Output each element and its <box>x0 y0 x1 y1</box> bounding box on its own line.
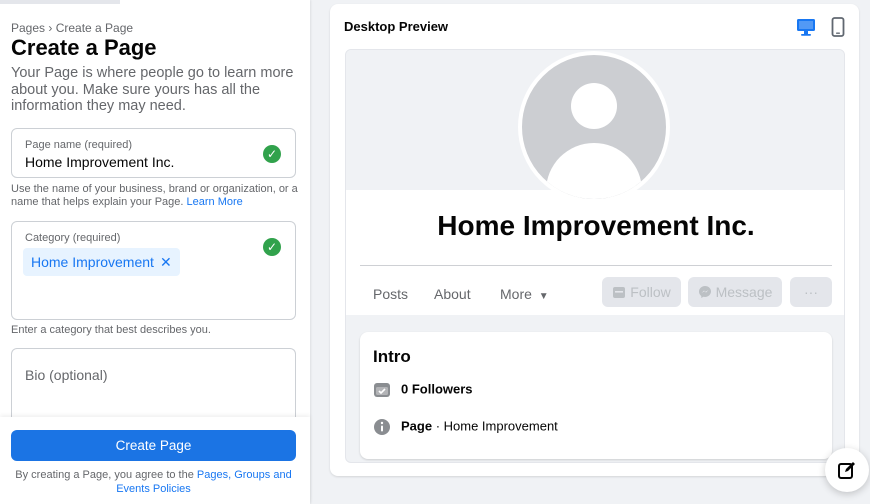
page-category: · Home Improvement <box>432 418 558 434</box>
category-chip-label: Home Improvement <box>31 254 154 270</box>
close-icon[interactable]: ✕ <box>160 254 172 270</box>
category-field[interactable]: Category (required) Home Improvement ✕ ✓ <box>11 221 296 320</box>
caret-down-icon: ▼ <box>538 291 549 302</box>
follow-button: Follow <box>602 277 681 307</box>
page-preview: Home Improvement Inc. Posts About More ▼… <box>345 49 845 463</box>
category-help: Enter a category that best describes you… <box>11 324 211 336</box>
tab-about: About <box>434 286 471 302</box>
terms-text: By creating a Page, you agree to the Pag… <box>11 468 296 496</box>
preview-title: Desktop Preview <box>344 19 449 34</box>
create-page-panel: Pages › Create a Page Create a Page Your… <box>0 0 310 504</box>
avatar-head-shape <box>571 83 617 129</box>
page-name-help: Use the name of your business, brand or … <box>11 183 301 209</box>
check-icon: ✓ <box>263 145 281 163</box>
page-name-help-text: Use the name of your business, brand or … <box>11 183 298 208</box>
edit-button[interactable] <box>825 448 869 492</box>
terms-prefix: By creating a Page, you agree to the <box>15 469 194 481</box>
message-button: Message <box>688 277 782 307</box>
check-icon: ✓ <box>263 238 281 256</box>
edit-icon <box>838 462 855 479</box>
category-chip: Home Improvement ✕ <box>23 248 180 276</box>
avatar-body-shape <box>546 143 642 199</box>
intro-card: Intro 0 Followers Page · Home Improvemen… <box>360 332 832 459</box>
avatar <box>518 51 670 203</box>
bio-field[interactable]: Bio (optional) <box>11 348 296 428</box>
preview-page-name: Home Improvement Inc. <box>437 210 755 241</box>
desktop-preview-panel: Desktop Preview Home Improvement Inc. Po… <box>330 4 859 476</box>
tab-more-label: More <box>500 286 532 302</box>
followers-row: 0 Followers <box>373 381 473 399</box>
followers-count: 0 Followers <box>401 381 473 397</box>
follow-label: Follow <box>630 284 671 300</box>
page-title: Create a Page <box>11 35 157 60</box>
followers-icon <box>374 383 390 397</box>
desktop-icon[interactable] <box>795 16 817 38</box>
follow-icon <box>613 287 626 298</box>
breadcrumb[interactable]: Pages › Create a Page <box>11 21 133 35</box>
intro-title: Intro <box>373 347 411 366</box>
mobile-icon[interactable] <box>827 16 849 38</box>
create-page-button[interactable]: Create Page <box>11 430 296 461</box>
message-label: Message <box>715 284 773 300</box>
page-name-field[interactable]: Page name (required) Home Improvement In… <box>11 128 296 178</box>
page-category-row: Page · Home Improvement <box>373 418 558 436</box>
page-tabs: Posts About More ▼ Follow Message ··· <box>360 265 832 315</box>
page-label: Page <box>401 418 433 434</box>
more-actions-button: ··· <box>790 277 832 307</box>
info-icon <box>374 419 390 435</box>
intro-text: Your Page is where people go to learn mo… <box>11 65 294 114</box>
page-name-input[interactable]: Home Improvement Inc. <box>25 154 174 170</box>
category-label: Category (required) <box>25 232 121 244</box>
bio-input[interactable]: Bio (optional) <box>25 367 108 383</box>
messenger-icon <box>698 286 711 298</box>
top-progress-line <box>0 0 120 4</box>
tab-more: More ▼ <box>500 286 549 302</box>
form-footer: Create Page By creating a Page, you agre… <box>0 417 310 504</box>
learn-more-link[interactable]: Learn More <box>187 196 243 208</box>
tab-posts: Posts <box>373 286 409 302</box>
page-name-label: Page name (required) <box>25 139 133 151</box>
